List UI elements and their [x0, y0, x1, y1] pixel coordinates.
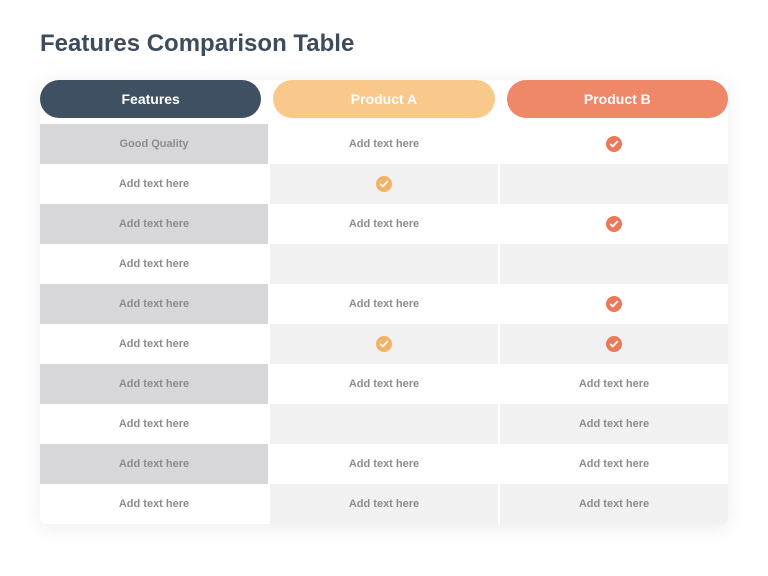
feature-cell[interactable]: Add text here — [40, 364, 270, 404]
product-b-cell[interactable] — [500, 284, 728, 324]
page-title: Features Comparison Table — [40, 30, 728, 58]
feature-cell[interactable]: Add text here — [40, 284, 270, 324]
feature-cell[interactable]: Add text here — [40, 444, 270, 484]
product-a-cell[interactable]: Add text here — [270, 484, 500, 524]
check-icon — [606, 136, 622, 152]
product-b-cell[interactable] — [500, 324, 728, 364]
product-a-cell[interactable]: Add text here — [270, 124, 500, 164]
table-body: Good QualityAdd text hereAdd text hereAd… — [40, 124, 728, 524]
table-row: Add text hereAdd text here — [40, 284, 728, 324]
header-product-a: Product A — [273, 80, 494, 118]
check-icon — [606, 336, 622, 352]
product-a-cell[interactable] — [270, 324, 500, 364]
feature-cell[interactable]: Add text here — [40, 204, 270, 244]
table-row: Add text hereAdd text here — [40, 204, 728, 244]
product-b-cell[interactable]: Add text here — [500, 364, 728, 404]
feature-cell[interactable]: Add text here — [40, 164, 270, 204]
table-row: Good QualityAdd text here — [40, 124, 728, 164]
comparison-table: Features Product A Product B Good Qualit… — [40, 80, 728, 524]
table-row: Add text here — [40, 164, 728, 204]
header-features: Features — [40, 80, 261, 118]
product-b-cell[interactable]: Add text here — [500, 484, 728, 524]
feature-cell[interactable]: Good Quality — [40, 124, 270, 164]
table-row: Add text hereAdd text hereAdd text here — [40, 484, 728, 524]
feature-cell[interactable]: Add text here — [40, 324, 270, 364]
product-b-cell[interactable]: Add text here — [500, 444, 728, 484]
check-icon — [376, 336, 392, 352]
table-row: Add text here Add text here — [40, 404, 728, 444]
table-header-row: Features Product A Product B — [40, 80, 728, 124]
check-icon — [606, 296, 622, 312]
product-b-cell[interactable] — [500, 204, 728, 244]
feature-cell[interactable]: Add text here — [40, 484, 270, 524]
product-a-cell[interactable]: Add text here — [270, 284, 500, 324]
check-icon — [376, 176, 392, 192]
product-b-cell[interactable] — [500, 124, 728, 164]
table-row: Add text here — [40, 324, 728, 364]
table-row: Add text hereAdd text hereAdd text here — [40, 364, 728, 404]
product-a-cell[interactable]: Add text here — [270, 364, 500, 404]
table-row: Add text here — [40, 244, 728, 284]
product-b-cell[interactable]: Add text here — [500, 404, 728, 444]
product-a-cell[interactable] — [270, 244, 500, 284]
header-product-b: Product B — [507, 80, 728, 118]
table-row: Add text hereAdd text hereAdd text here — [40, 444, 728, 484]
product-a-cell[interactable]: Add text here — [270, 444, 500, 484]
product-a-cell[interactable] — [270, 164, 500, 204]
feature-cell[interactable]: Add text here — [40, 404, 270, 444]
feature-cell[interactable]: Add text here — [40, 244, 270, 284]
product-a-cell[interactable] — [270, 404, 500, 444]
product-b-cell[interactable] — [500, 164, 728, 204]
product-a-cell[interactable]: Add text here — [270, 204, 500, 244]
product-b-cell[interactable] — [500, 244, 728, 284]
check-icon — [606, 216, 622, 232]
